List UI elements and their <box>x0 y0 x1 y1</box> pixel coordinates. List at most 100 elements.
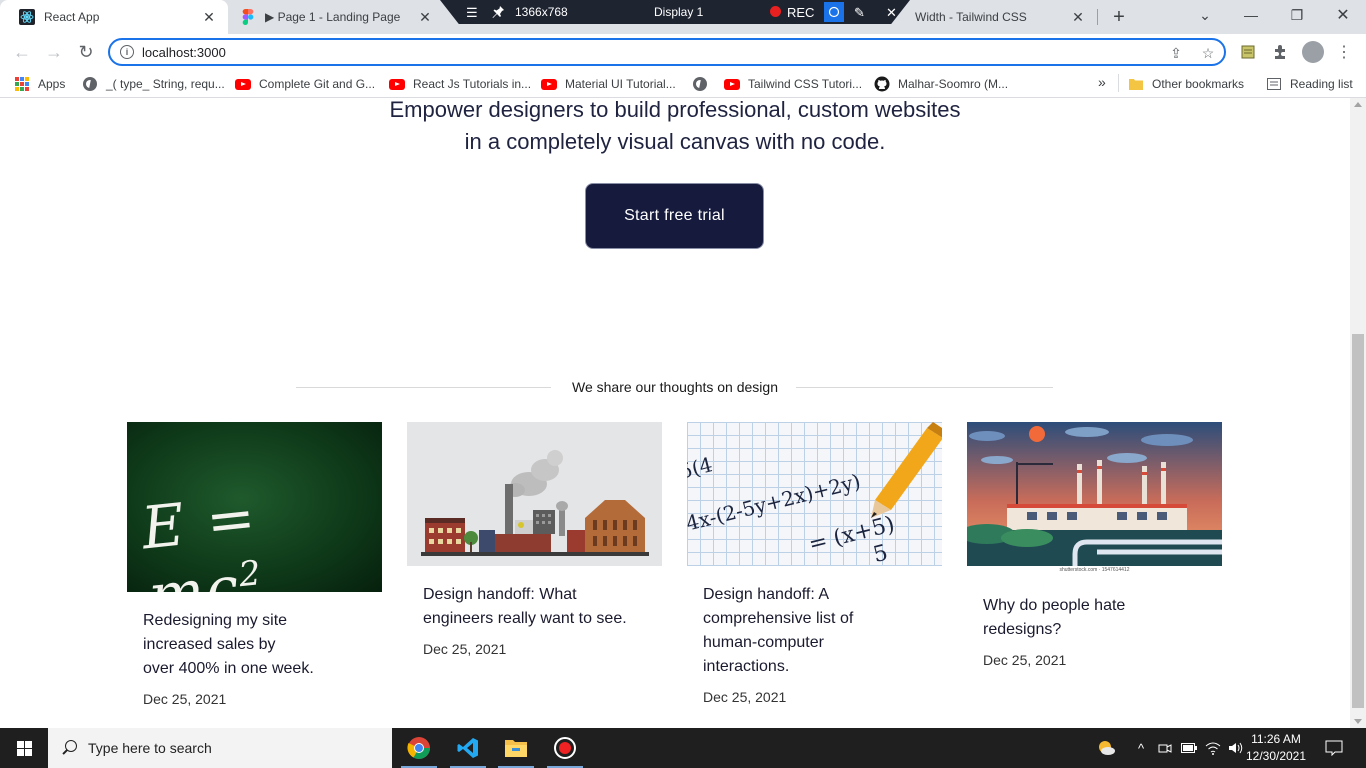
rec-label[interactable]: REC <box>787 5 814 20</box>
scroll-up-arrow[interactable] <box>1354 102 1362 107</box>
other-bookmarks[interactable]: Other bookmarks <box>1128 76 1244 92</box>
chalk-superscript: 2 <box>236 553 265 592</box>
reading-list[interactable]: Reading list <box>1266 76 1353 92</box>
math-paper-image[interactable]: 5(4 4x-(2-5y+2x)+2y) = (x+5) 5 <box>687 422 942 566</box>
browser-tab-strip: React App ✕ ▶ Page 1 - Landing Page ✕ Wi… <box>0 0 1366 34</box>
clock-time: 11:26 AM <box>1251 732 1301 746</box>
minimize-button[interactable]: — <box>1228 0 1274 30</box>
folder-icon <box>505 740 527 757</box>
blog-card-title[interactable]: Redesigning my site increased sales by o… <box>143 609 366 681</box>
notifications-icon[interactable] <box>1322 728 1346 768</box>
pin-icon[interactable] <box>492 5 505 21</box>
blog-card[interactable]: shutterstock.com · 1547614412 Why do peo… <box>967 422 1222 668</box>
menu-icon[interactable]: ☰ <box>466 5 478 21</box>
factory-image[interactable] <box>407 422 662 566</box>
clock-date: 12/30/2021 <box>1245 749 1307 763</box>
scrollbar-thumb[interactable] <box>1352 334 1364 708</box>
tray-overflow-icon[interactable]: ^ <box>1132 728 1150 768</box>
url-text[interactable]: localhost:3000 <box>142 45 226 60</box>
tab-figma-page[interactable]: ▶ Page 1 - Landing Page ✕ <box>228 0 444 34</box>
close-tab-icon[interactable]: ✕ <box>416 8 434 26</box>
close-window-button[interactable]: ✕ <box>1320 0 1366 30</box>
record-dot-icon <box>770 6 781 17</box>
taskbar-recorder[interactable] <box>541 728 589 768</box>
section-title: We share our thoughts on design <box>572 379 778 395</box>
title-line: over 400% in one week. <box>143 660 314 677</box>
restore-button[interactable]: ❐ <box>1274 0 1320 30</box>
share-icon[interactable]: ⇪ <box>1168 45 1184 61</box>
taskbar-clock[interactable]: 11:26 AM 12/30/2021 <box>1240 731 1312 765</box>
bookmark-label: Reading list <box>1290 77 1353 91</box>
close-recorder-icon[interactable]: ✕ <box>886 5 897 21</box>
blog-card[interactable]: E = mc2 Redesigning my site increased sa… <box>127 422 382 707</box>
blog-card[interactable]: Design handoff: What engineers really wa… <box>407 422 662 657</box>
bookmark-item[interactable]: React Js Tutorials in... <box>389 76 531 92</box>
battery-icon[interactable] <box>1180 728 1198 768</box>
bookmark-item[interactable] <box>692 76 716 92</box>
bookmark-label: Malhar-Soomro (M... <box>898 77 1009 91</box>
hero-description: Empower designers to build professional,… <box>0 98 1350 158</box>
blog-card-date: Dec 25, 2021 <box>143 691 227 707</box>
youtube-icon <box>389 76 405 92</box>
title-line: Design handoff: A <box>703 586 830 603</box>
extensions-puzzle-icon[interactable] <box>1270 42 1290 62</box>
title-line: increased sales by <box>143 636 276 653</box>
chalkboard-image[interactable]: E = mc2 <box>127 422 382 592</box>
new-tab-button[interactable]: + <box>1108 6 1130 28</box>
blog-card-title[interactable]: Design handoff: What engineers really wa… <box>423 583 646 631</box>
taskbar-vscode[interactable] <box>444 728 492 768</box>
pen-icon[interactable]: ✎ <box>854 5 865 21</box>
blog-card-title[interactable]: Why do people hate redesigns? <box>983 594 1206 642</box>
address-bar[interactable]: i localhost:3000 ⇪ ☆ <box>108 38 1226 66</box>
more-menu-icon[interactable]: ⋮ <box>1334 42 1354 62</box>
factory-illustration <box>421 450 649 556</box>
close-tab-icon[interactable]: ✕ <box>1069 8 1087 26</box>
bookmark-item[interactable]: Tailwind CSS Tutori... <box>724 76 862 92</box>
tab-title: React App <box>44 10 100 24</box>
taskbar-file-explorer[interactable] <box>492 728 540 768</box>
scroll-down-arrow[interactable] <box>1354 719 1362 724</box>
back-button[interactable]: ← <box>10 40 34 64</box>
title-line: Why do people hate <box>983 597 1126 614</box>
vscode-icon <box>457 738 478 758</box>
tab-react-app[interactable]: React App ✕ <box>0 0 228 34</box>
taskbar-chrome[interactable] <box>395 728 443 768</box>
bookmark-item[interactable]: Material UI Tutorial... <box>541 76 676 92</box>
bookmark-item[interactable]: _( type_ String, requ... <box>82 76 225 92</box>
blog-card[interactable]: 5(4 4x-(2-5y+2x)+2y) = (x+5) 5 Design ha… <box>687 422 942 705</box>
youtube-icon <box>724 76 740 92</box>
page-scrollbar[interactable] <box>1350 98 1366 728</box>
weather-icon[interactable] <box>1094 728 1118 768</box>
pencil-icon <box>871 422 942 518</box>
screen-select-icon[interactable] <box>824 2 844 22</box>
extension-notes-icon[interactable] <box>1238 42 1258 62</box>
blog-card-title[interactable]: Design handoff: A comprehensive list of … <box>703 583 926 679</box>
bookmark-apps[interactable]: Apps <box>14 76 65 92</box>
taskbar-search[interactable]: Type here to search <box>48 728 392 768</box>
forward-button[interactable]: → <box>42 40 66 64</box>
wifi-icon[interactable] <box>1204 728 1222 768</box>
bookmarks-overflow-button[interactable]: » <box>1098 74 1106 90</box>
tab-tailwind-width[interactable]: Width - Tailwind CSS ✕ <box>905 0 1097 34</box>
start-free-trial-button[interactable]: Start free trial <box>585 183 764 249</box>
search-placeholder: Type here to search <box>88 740 212 756</box>
close-tab-icon[interactable]: ✕ <box>200 8 218 26</box>
site-info-icon[interactable]: i <box>120 45 134 59</box>
image-credit: shutterstock.com · 1547614412 <box>1059 567 1130 573</box>
record-icon <box>554 737 576 759</box>
meet-now-icon[interactable] <box>1156 728 1174 768</box>
industrial-image[interactable]: shutterstock.com · 1547614412 <box>967 422 1222 577</box>
bookmark-item[interactable]: Complete Git and G... <box>235 76 375 92</box>
bookmark-star-icon[interactable]: ☆ <box>1200 45 1216 61</box>
windows-logo-icon <box>16 740 32 756</box>
profile-avatar[interactable] <box>1302 41 1324 63</box>
blog-card-date: Dec 25, 2021 <box>703 689 787 705</box>
tab-separator <box>1097 9 1098 25</box>
tab-search-icon[interactable]: ⌄ <box>1182 0 1228 30</box>
bookmark-label: Complete Git and G... <box>259 77 376 91</box>
start-button[interactable] <box>0 728 48 768</box>
apps-grid-icon <box>14 76 30 92</box>
reload-button[interactable]: ↻ <box>74 40 98 64</box>
bookmark-item[interactable]: Malhar-Soomro (M... <box>874 76 1008 92</box>
search-icon <box>62 740 78 756</box>
